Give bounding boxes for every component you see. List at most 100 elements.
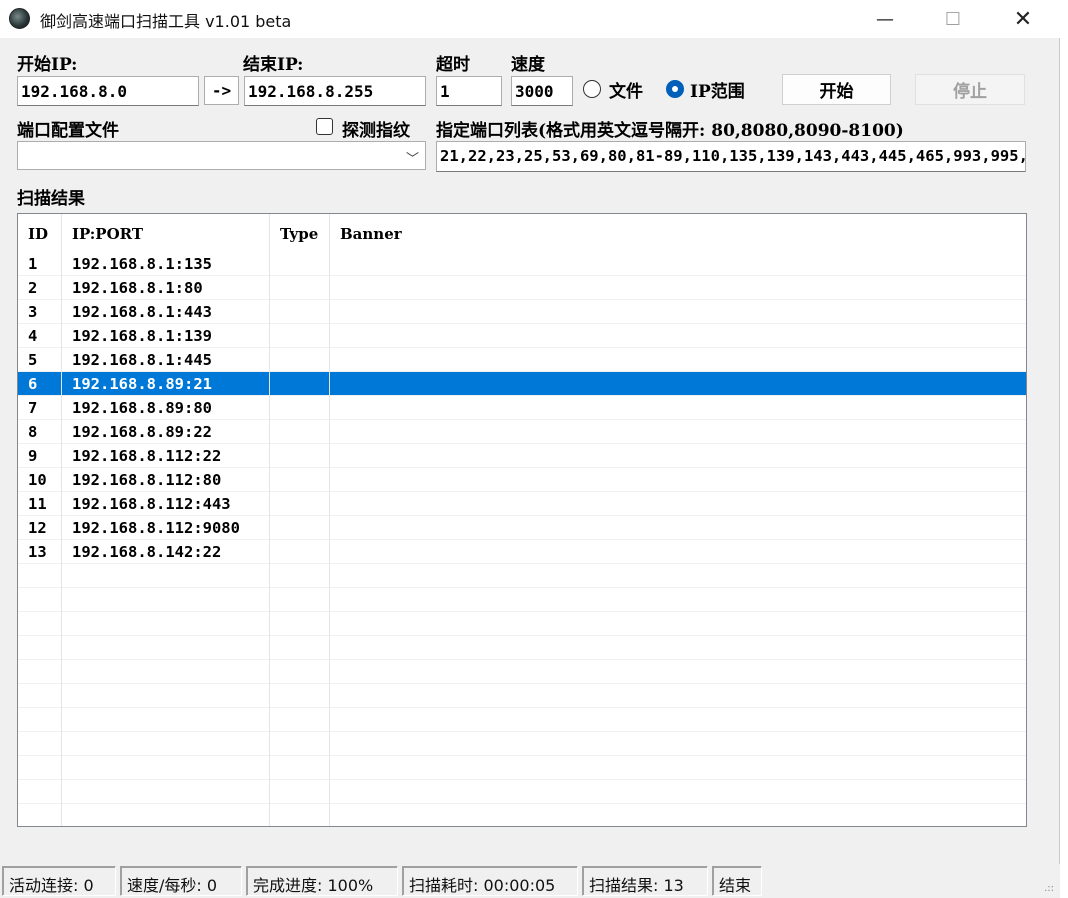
table-row[interactable]: 6 192.168.8.89:21 [18,372,1026,396]
speed-label: 速度 [511,55,545,75]
radio-ip-range-label: IP范围 [690,82,745,102]
row-banner [330,300,1026,324]
empty-cell [62,708,270,732]
table-row[interactable]: 13 192.168.8.142:22 [18,540,1026,564]
row-id: 1 [18,252,62,276]
empty-row [18,612,1026,636]
range-arrow-button[interactable]: -> [204,76,239,105]
empty-row [18,804,1026,826]
column-header-id[interactable]: ID [18,214,62,252]
row-banner [330,468,1026,492]
table-row[interactable]: 11 192.168.8.112:443 [18,492,1026,516]
empty-cell [330,732,1026,756]
row-ipport: 192.168.8.1:139 [62,324,270,348]
window-edge [1060,0,1068,898]
port-config-select[interactable]: ﹀ [17,141,426,170]
start-button[interactable]: 开始 [782,74,891,105]
radio-file[interactable] [583,80,601,98]
row-ipport: 192.168.8.1:135 [62,252,270,276]
start-ip-label: 开始IP: [17,55,78,75]
column-header-type[interactable]: Type [270,214,330,252]
row-ipport: 192.168.8.142:22 [62,540,270,564]
empty-cell [330,636,1026,660]
start-ip-input[interactable]: 192.168.8.0 [17,76,199,106]
empty-cell [62,732,270,756]
empty-cell [18,636,62,660]
row-type [270,468,330,492]
table-row[interactable]: 9 192.168.8.112:22 [18,444,1026,468]
empty-cell [330,588,1026,612]
row-id: 12 [18,516,62,540]
empty-row [18,756,1026,780]
row-ipport: 192.168.8.112:443 [62,492,270,516]
table-row[interactable]: 12 192.168.8.112:9080 [18,516,1026,540]
column-header-ipport[interactable]: IP:PORT [62,214,270,252]
row-id: 5 [18,348,62,372]
empty-cell [62,780,270,804]
app-window: 御剑高速端口扫描工具 v1.01 beta — ☐ ✕ 开始IP: 结束IP: … [0,0,1060,898]
empty-cell [330,804,1026,826]
results-label: 扫描结果 [17,189,85,209]
speed-input[interactable]: 3000 [511,76,573,106]
detect-fingerprint-checkbox[interactable] [316,118,333,135]
empty-row [18,732,1026,756]
row-id: 9 [18,444,62,468]
row-banner [330,324,1026,348]
status-state: 结束 [712,866,762,896]
row-type [270,516,330,540]
window-title: 御剑高速端口扫描工具 v1.01 beta [40,12,292,31]
empty-cell [330,780,1026,804]
row-ipport: 192.168.8.1:445 [62,348,270,372]
results-rows: 1 192.168.8.1:135 2 192.168.8.1:80 3 192.168.… [18,252,1026,826]
empty-row [18,660,1026,684]
table-row[interactable]: 8 192.168.8.89:22 [18,420,1026,444]
table-row[interactable]: 10 192.168.8.112:80 [18,468,1026,492]
radio-file-label: 文件 [609,82,643,102]
column-header-banner[interactable]: Banner [330,214,1026,252]
empty-cell [330,660,1026,684]
results-listview[interactable]: ID IP:PORT Type Banner 1 192.168.8.1:135 2… [17,213,1027,827]
status-progress: 完成进度: 100% [246,866,398,896]
empty-cell [270,564,330,588]
empty-cell [270,708,330,732]
timeout-input[interactable]: 1 [436,76,502,106]
empty-cell [62,804,270,826]
row-type [270,324,330,348]
table-row[interactable]: 7 192.168.8.89:80 [18,396,1026,420]
radio-ip-range[interactable] [666,80,684,98]
row-type [270,300,330,324]
port-list-input[interactable]: 21,22,23,25,53,69,80,81-89,110,135,139,1… [436,141,1026,172]
maximize-button[interactable]: ☐ [918,0,988,38]
row-type [270,396,330,420]
row-banner [330,348,1026,372]
row-type [270,444,330,468]
row-ipport: 192.168.8.112:9080 [62,516,270,540]
end-ip-input[interactable]: 192.168.8.255 [244,76,426,106]
table-row[interactable]: 1 192.168.8.1:135 [18,252,1026,276]
empty-cell [18,588,62,612]
table-row[interactable]: 4 192.168.8.1:139 [18,324,1026,348]
resize-grip-icon[interactable]: .:: [1044,884,1054,894]
row-banner [330,252,1026,276]
row-ipport: 192.168.8.89:21 [62,372,270,396]
row-banner [330,540,1026,564]
empty-cell [62,684,270,708]
port-config-label: 端口配置文件 [17,121,119,141]
table-row[interactable]: 2 192.168.8.1:80 [18,276,1026,300]
table-row[interactable]: 3 192.168.8.1:443 [18,300,1026,324]
row-type [270,372,330,396]
empty-cell [62,756,270,780]
results-header: ID IP:PORT Type Banner [18,214,1026,252]
row-banner [330,492,1026,516]
close-button[interactable]: ✕ [988,0,1058,38]
empty-row [18,708,1026,732]
minimize-button[interactable]: — [850,0,920,38]
title-bar[interactable]: 御剑高速端口扫描工具 v1.01 beta — ☐ ✕ [0,0,1060,38]
table-row[interactable]: 5 192.168.8.1:445 [18,348,1026,372]
row-id: 10 [18,468,62,492]
chevron-down-icon: ﹀ [405,152,419,167]
empty-cell [330,564,1026,588]
stop-button[interactable]: 停止 [915,74,1025,105]
row-ipport: 192.168.8.89:22 [62,420,270,444]
row-id: 13 [18,540,62,564]
